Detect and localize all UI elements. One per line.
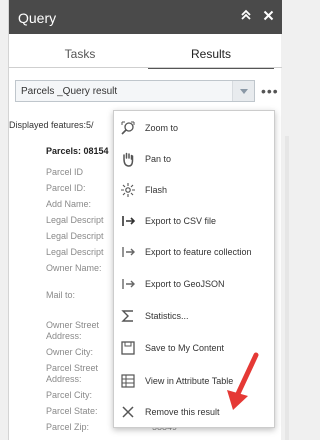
- menu-item-label: Export to feature collection: [145, 247, 252, 257]
- attribute-label: Parcel City:: [46, 390, 93, 400]
- panel-title: Query: [18, 10, 57, 26]
- flash-icon: [120, 182, 136, 198]
- result-header[interactable]: Parcels: 08154: [46, 146, 121, 156]
- menu-item-label: Flash: [145, 185, 168, 195]
- menu-item-label: Pan to: [145, 154, 172, 164]
- menu-item-export-geojson[interactable]: Export to GeoJSON: [114, 269, 274, 299]
- tab-divider: [9, 67, 282, 68]
- close-icon: [120, 404, 136, 420]
- save-icon: [120, 340, 136, 356]
- chevron-down-icon[interactable]: [232, 81, 254, 101]
- tab-bar: Tasks Results: [9, 41, 282, 69]
- table-icon: [120, 373, 136, 389]
- result-layer-select-value: Parcels _Query result: [21, 86, 118, 97]
- menu-item-export-csv[interactable]: Export to CSV file: [114, 206, 274, 236]
- menu-item-zoom-to[interactable]: Zoom to: [114, 113, 274, 143]
- attribute-label: Legal Descript: [46, 215, 104, 225]
- panel-titlebar: Query: [9, 0, 282, 34]
- attribute-label: Mail to:: [46, 290, 76, 300]
- attribute-label: Add Name:: [46, 199, 92, 209]
- menu-item-label: Remove this result: [145, 407, 220, 417]
- menu-item-label: Statistics...: [145, 311, 189, 321]
- attribute-label: Legal Descript: [46, 247, 104, 257]
- pan-hand-icon: [120, 151, 136, 167]
- attribute-label: Parcel ID: [46, 167, 84, 177]
- menu-item-label: Export to CSV file: [145, 216, 217, 226]
- result-layer-select[interactable]: Parcels _Query result: [15, 80, 255, 102]
- scrollbar[interactable]: [285, 136, 289, 440]
- close-icon[interactable]: [260, 8, 276, 26]
- menu-item-pan-to[interactable]: Pan to: [114, 144, 274, 174]
- attribute-label: Legal Descript: [46, 231, 104, 241]
- menu-item-export-feature-collection[interactable]: Export to feature collection: [114, 237, 274, 267]
- attribute-label: Parcel ID:: [46, 183, 86, 193]
- attribute-label: Parcel State:: [46, 406, 98, 416]
- menu-item-flash[interactable]: Flash: [114, 175, 274, 205]
- export-icon: [120, 213, 136, 229]
- displayed-features-count: Displayed features:5/: [9, 120, 94, 130]
- more-options-button[interactable]: •••: [261, 83, 279, 99]
- tab-results[interactable]: Results: [148, 41, 274, 69]
- export-icon: [120, 244, 136, 260]
- tab-tasks[interactable]: Tasks: [17, 41, 143, 69]
- attribute-label: Owner City:: [46, 347, 94, 357]
- annotation-arrow-icon: [227, 352, 259, 410]
- export-icon: [120, 276, 136, 292]
- menu-item-statistics[interactable]: Statistics...: [114, 301, 274, 331]
- attribute-label: Owner Name:: [46, 263, 102, 273]
- attribute-label: Owner Street Address:: [46, 320, 100, 341]
- menu-item-label: View in Attribute Table: [145, 376, 234, 386]
- menu-item-label: Export to GeoJSON: [145, 279, 225, 289]
- attribute-label: Parcel Zip:: [46, 422, 90, 432]
- menu-item-label: Save to My Content: [145, 343, 225, 353]
- attribute-label: Parcel Street Address:: [46, 363, 99, 384]
- sigma-icon: [120, 308, 136, 324]
- zoom-to-icon: [120, 120, 136, 136]
- menu-item-label: Zoom to: [145, 123, 179, 133]
- double-chevron-up-icon[interactable]: [238, 8, 254, 26]
